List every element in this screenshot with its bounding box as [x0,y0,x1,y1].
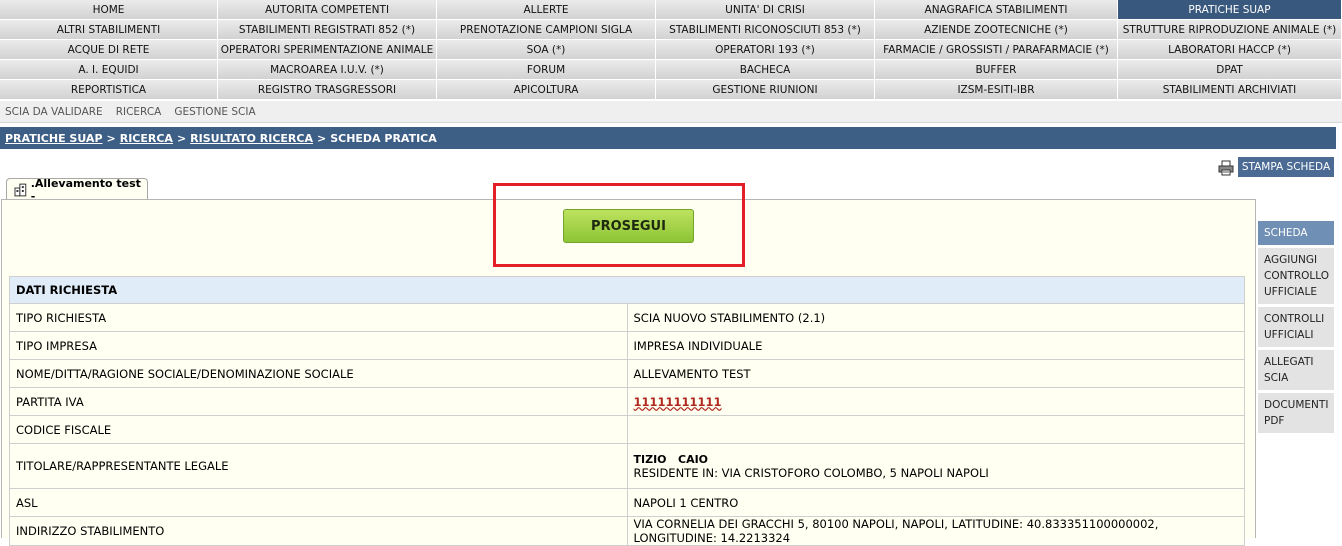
menu-item-autorita-competenti[interactable]: AUTORITA COMPETENTI [218,0,437,20]
table-row: CODICE FISCALE [9,415,1245,444]
menu-item-unita-di-crisi[interactable]: UNITA' DI CRISI [656,0,875,20]
row-value [626,415,1245,444]
row-value: TIZIO CAIO RESIDENTE IN: VIA CRISTOFORO … [626,443,1245,489]
row-value: ALLEVAMENTO TEST [626,359,1245,388]
sidenav-aggiungi-controllo-ufficiale[interactable]: AGGIUNGI CONTROLLO UFFICIALE [1258,248,1334,304]
menu-item-stabilimenti-riconosciuti-853[interactable]: STABILIMENTI RICONOSCIUTI 853 (*) [656,20,875,40]
row-label: CODICE FISCALE [9,415,628,444]
submenu-gestione-scia[interactable]: GESTIONE SCIA [174,106,255,118]
menu-item-apicoltura[interactable]: APICOLTURA [437,80,656,100]
row-value: 11111111111 [626,387,1245,416]
table-row: ASL NAPOLI 1 CENTRO [9,488,1245,517]
menu-item-gestione-riunioni[interactable]: GESTIONE RIUNIONI [656,80,875,100]
breadcrumb: PRATICHE SUAP > RICERCA > RISULTATO RICE… [0,127,1336,149]
menu-item-a-i-equidi[interactable]: A. I. EQUIDI [0,60,218,80]
menu-item-farmacie-grossisti-parafarmacie[interactable]: FARMACIE / GROSSISTI / PARAFARMACIE (*) [875,40,1118,60]
breadcrumb-risultato-ricerca[interactable]: RISULTATO RICERCA [190,132,313,145]
menu-item-operatori-193[interactable]: OPERATORI 193 (*) [656,40,875,60]
titolare-address: RESIDENTE IN: VIA CRISTOFORO COLOMBO, 5 … [633,465,989,480]
menu-item-operatori-sperimentazione-animale[interactable]: OPERATORI SPERIMENTAZIONE ANIMALE [218,40,437,60]
row-value: IMPRESA INDIVIDUALE [626,331,1245,360]
breadcrumb-current: SCHEDA PRATICA [330,131,437,145]
row-label: TIPO IMPRESA [9,331,628,360]
menu-item-forum[interactable]: FORUM [437,60,656,80]
submenu: SCIA DA VALIDARE RICERCA GESTIONE SCIA [0,101,1342,123]
titolare-name: TIZIO CAIO [633,452,709,466]
menu-item-buffer[interactable]: BUFFER [875,60,1118,80]
dati-richiesta-table: DATI RICHIESTA TIPO RICHIESTA SCIA NUOVO… [9,276,1245,546]
row-label: TIPO RICHIESTA [9,303,628,332]
table-row: NOME/DITTA/RAGIONE SOCIALE/DENOMINAZIONE… [9,359,1245,388]
sidenav-scheda[interactable]: SCHEDA [1258,221,1334,245]
breadcrumb-pratiche-suap[interactable]: PRATICHE SUAP [5,132,103,145]
table-row: TITOLARE/RAPPRESENTANTE LEGALE TIZIO CAI… [9,443,1245,489]
table-row: PARTITA IVA 11111111111 [9,387,1245,416]
table-row: INDIRIZZO STABILIMENTO VIA CORNELIA DEI … [9,516,1245,546]
menu-item-anagrafica-stabilimenti[interactable]: ANAGRAFICA STABILIMENTI [875,0,1118,20]
sidenav-allegati-scia[interactable]: ALLEGATI SCIA [1258,350,1334,390]
sidenav-documenti-pdf[interactable]: DOCUMENTI PDF [1258,393,1334,433]
menu-item-registro-trasgressori[interactable]: REGISTRO TRASGRESSORI [218,80,437,100]
row-value: SCIA NUOVO STABILIMENTO (2.1) [626,303,1245,332]
table-row: TIPO IMPRESA IMPRESA INDIVIDUALE [9,331,1245,360]
breadcrumb-ricerca[interactable]: RICERCA [120,132,173,145]
submenu-scia-da-validare[interactable]: SCIA DA VALIDARE [5,106,103,118]
row-value: NAPOLI 1 CENTRO [626,488,1245,517]
menu-item-stabilimenti-registrati-852[interactable]: STABILIMENTI REGISTRATI 852 (*) [218,20,437,40]
menu-item-strutture-riproduzione-animale[interactable]: STRUTTURE RIPRODUZIONE ANIMALE (*) [1118,20,1342,40]
sidenav-controlli-ufficiali[interactable]: CONTROLLI UFFICIALI [1258,307,1334,347]
side-nav: SCHEDA AGGIUNGI CONTROLLO UFFICIALE CONT… [1258,221,1334,436]
row-label: TITOLARE/RAPPRESENTANTE LEGALE [9,443,628,489]
row-label: NOME/DITTA/RAGIONE SOCIALE/DENOMINAZIONE… [9,359,628,388]
menu-item-macroarea-i-u-v[interactable]: MACROAREA I.U.V. (*) [218,60,437,80]
row-value: VIA CORNELIA DEI GRACCHI 5, 80100 NAPOLI… [626,516,1245,546]
menu-item-reportistica[interactable]: REPORTISTICA [0,80,218,100]
tab-allevamento-test[interactable]: .Allevamento test - [6,177,148,203]
menu-item-soa[interactable]: SOA (*) [437,40,656,60]
partita-iva-value: 11111111111 [633,394,722,409]
menu-item-home[interactable]: HOME [0,0,218,20]
breadcrumb-separator: > [176,131,187,145]
menu-item-izsm-esiti-ibr[interactable]: IZSM-ESITI-IBR [875,80,1118,100]
row-label: INDIRIZZO STABILIMENTO [9,516,628,546]
breadcrumb-separator: > [106,131,116,145]
menu-item-pratiche-suap[interactable]: PRATICHE SUAP [1118,0,1342,20]
row-label: ASL [9,488,628,517]
prosegui-button[interactable]: PROSEGUI [563,209,694,243]
table-header-row: DATI RICHIESTA [9,276,1245,304]
menu-item-allerte[interactable]: ALLERTE [437,0,656,20]
menu-item-altri-stabilimenti[interactable]: ALTRI STABILIMENTI [0,20,218,40]
stampa-scheda-button[interactable]: STAMPA SCHEDA [1238,157,1334,177]
table-row: TIPO RICHIESTA SCIA NUOVO STABILIMENTO (… [9,303,1245,332]
menu-item-aziende-zootecniche[interactable]: AZIENDE ZOOTECNICHE (*) [875,20,1118,40]
menu-item-dpat[interactable]: DPAT [1118,60,1342,80]
submenu-ricerca[interactable]: RICERCA [116,106,162,118]
building-icon [14,183,27,196]
row-label: PARTITA IVA [9,387,628,416]
table-header: DATI RICHIESTA [9,276,1245,304]
menu-item-bacheca[interactable]: BACHECA [656,60,875,80]
main-menu: HOME AUTORITA COMPETENTI ALLERTE UNITA' DI … [0,0,1342,100]
menu-item-stabilimenti-archiviati[interactable]: STABILIMENTI ARCHIVIATI [1118,80,1342,100]
menu-item-prenotazione-campioni-sigla[interactable]: PRENOTAZIONE CAMPIONI SIGLA [437,20,656,40]
printer-icon[interactable] [1218,160,1234,176]
breadcrumb-separator: > [316,131,327,145]
menu-item-acque-di-rete[interactable]: ACQUE DI RETE [0,40,218,60]
menu-item-laboratori-haccp[interactable]: LABORATORI HACCP (*) [1118,40,1342,60]
